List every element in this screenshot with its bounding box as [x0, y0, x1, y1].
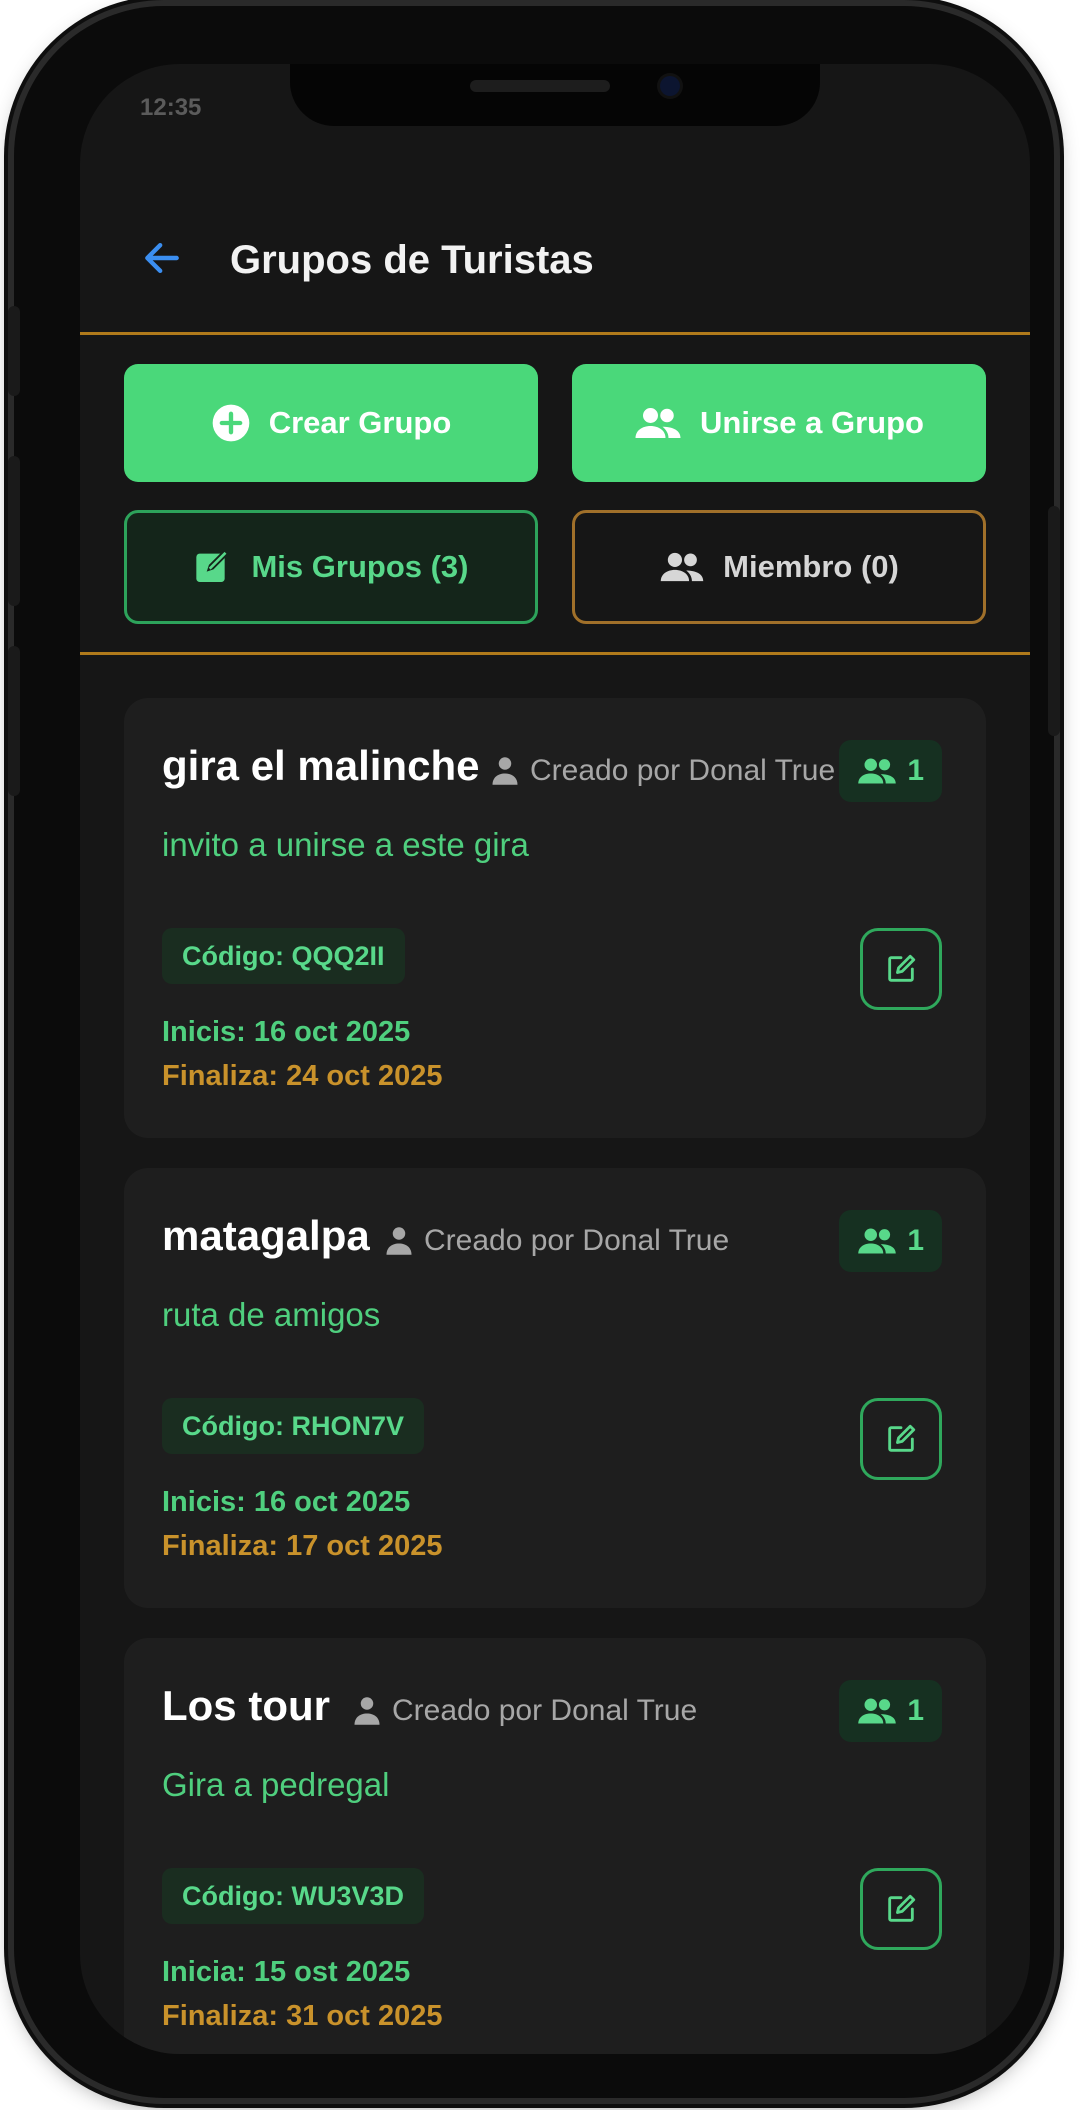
- tab-my-groups-label: Mis Grupos (3): [251, 549, 469, 584]
- member-count-badge: 1: [839, 1680, 942, 1742]
- app-bar: Grupos de Turistas: [80, 164, 1030, 332]
- group-description: ruta de amigos: [162, 1296, 381, 1333]
- group-code: Código: RHON7V: [162, 1398, 424, 1454]
- person-icon: [354, 1697, 380, 1725]
- speaker: [470, 80, 610, 92]
- group-creator: Creado por Donal True: [354, 1694, 697, 1728]
- group-creator-text: Creado por Donal True: [392, 1694, 698, 1727]
- page-title: Grupos de Turistas: [230, 238, 594, 282]
- group-creator-text: Creado por Donal True: [530, 754, 836, 787]
- notch: [290, 64, 820, 126]
- group-icon: [858, 1698, 897, 1724]
- create-group-button[interactable]: Crear Grupo: [124, 364, 538, 482]
- group-description: invito a unirse a este gira: [162, 826, 529, 863]
- group-icon: [858, 1228, 897, 1254]
- group-code: Código: QQQ2II: [162, 928, 405, 984]
- edit-icon: [888, 954, 916, 982]
- group-end-date: Finaliza: 24 oct 2025: [162, 1060, 443, 1092]
- front-camera: [660, 76, 680, 96]
- group-start-date: Inicis: 16 oct 2025: [162, 1486, 411, 1518]
- edit-icon: [888, 1894, 916, 1922]
- member-count-badge: 1: [839, 740, 942, 802]
- group-start-date: Inicis: 16 oct 2025: [162, 1016, 411, 1048]
- volume-down-button: [8, 646, 20, 796]
- edit-icon: [888, 1424, 916, 1452]
- group-creator: Creado por Donal True: [492, 754, 835, 788]
- create-group-label: Crear Grupo: [268, 405, 452, 440]
- group-end-date: Finaliza: 17 oct 2025: [162, 1530, 443, 1562]
- edit-group-button[interactable]: [860, 1398, 942, 1480]
- group-start-date: Inicia: 15 ost 2025: [162, 1956, 411, 1988]
- header-divider: [80, 332, 1030, 335]
- edit-group-button[interactable]: [860, 1868, 942, 1950]
- member-count: 1: [907, 754, 924, 787]
- tabs-divider: [80, 652, 1030, 655]
- arrow-left-icon[interactable]: [140, 236, 184, 280]
- group-card[interactable]: gira el malinche Creado por Donal True 1…: [124, 698, 986, 1138]
- edit-group-button[interactable]: [860, 928, 942, 1010]
- person-icon: [492, 757, 518, 785]
- person-icon: [386, 1227, 412, 1255]
- tab-member-label: Miembro (0): [723, 549, 899, 584]
- join-group-label: Unirse a Grupo: [700, 405, 924, 440]
- member-count-badge: 1: [839, 1210, 942, 1272]
- group-icon: [858, 758, 897, 784]
- power-button: [1048, 506, 1060, 736]
- member-count: 1: [907, 1694, 924, 1727]
- mute-switch: [8, 306, 20, 396]
- join-group-button[interactable]: Unirse a Grupo: [572, 364, 986, 482]
- status-time: 12:35: [140, 94, 202, 121]
- volume-up-button: [8, 456, 20, 606]
- group-code: Código: WU3V3D: [162, 1868, 424, 1924]
- group-description: Gira a pedregal: [162, 1766, 390, 1803]
- plus-circle-icon: [212, 404, 250, 442]
- group-card[interactable]: Los tour Creado por Donal True 1 Gira a …: [124, 1638, 986, 2054]
- group-icon: [635, 408, 681, 438]
- member-count: 1: [907, 1224, 924, 1257]
- app-screen: 12:35 Grupos de Turistas Crear Grupo Uni…: [80, 64, 1030, 2054]
- group-icon: [660, 552, 704, 582]
- group-name: matagalpa: [162, 1212, 370, 1259]
- group-name: Los tour: [162, 1682, 330, 1729]
- phone-frame: 12:35 Grupos de Turistas Crear Grupo Uni…: [8, 6, 1060, 2098]
- group-name: gira el malinche: [162, 742, 480, 789]
- group-card[interactable]: matagalpa Creado por Donal True 1 ruta d…: [124, 1168, 986, 1608]
- tab-my-groups[interactable]: Mis Grupos (3): [124, 510, 538, 624]
- edit-square-icon: [196, 549, 230, 582]
- group-end-date: Finaliza: 31 oct 2025: [162, 2000, 443, 2032]
- tab-member[interactable]: Miembro (0): [572, 510, 986, 624]
- group-creator-text: Creado por Donal True: [424, 1224, 730, 1257]
- group-creator: Creado por Donal True: [386, 1224, 729, 1258]
